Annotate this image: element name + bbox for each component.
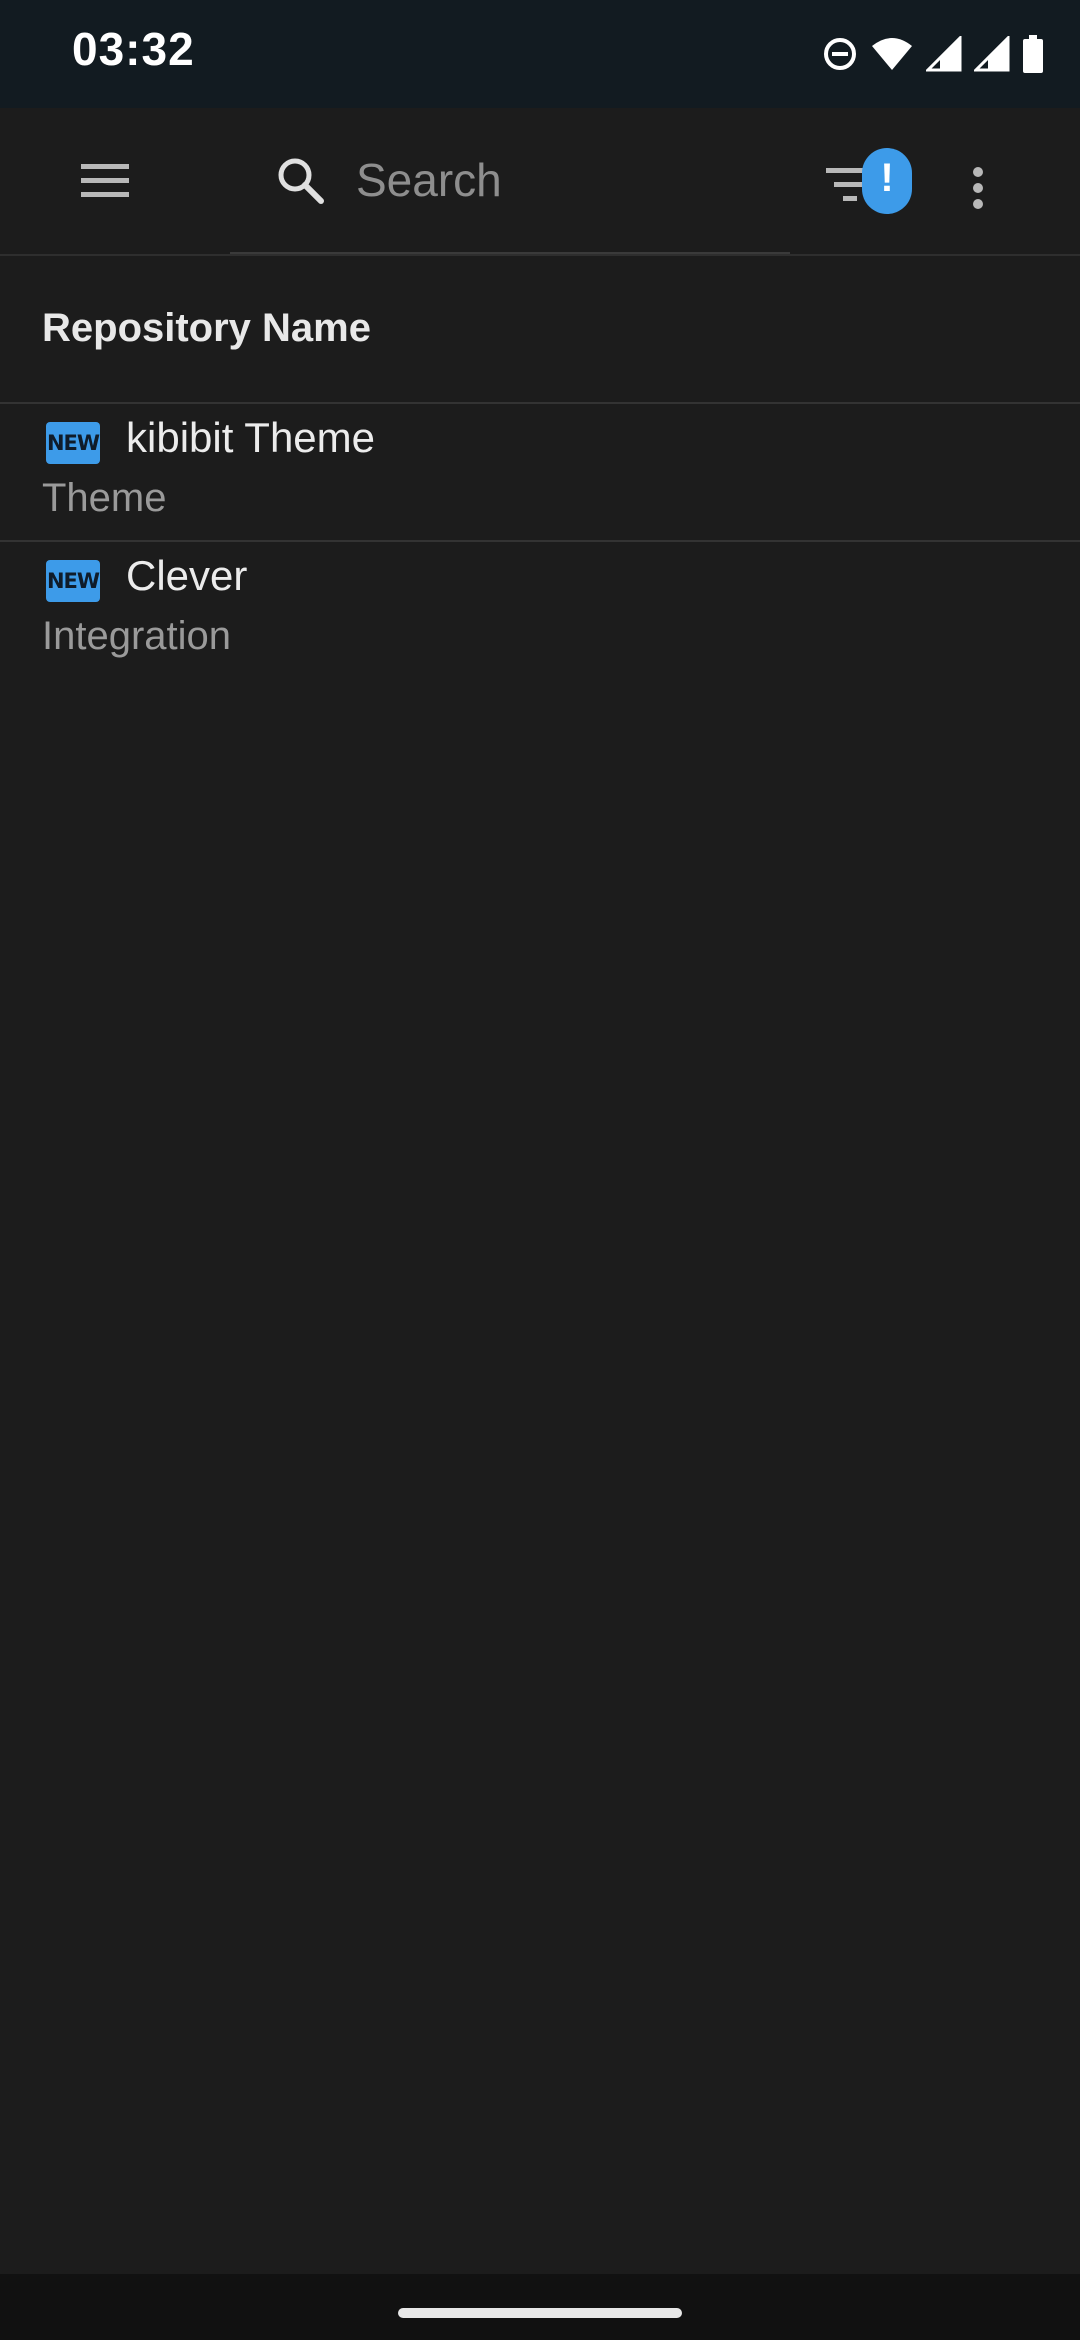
- signal-icon: [926, 36, 962, 72]
- search-input[interactable]: [356, 148, 776, 212]
- list-item-subtitle: Integration: [42, 614, 232, 658]
- do-not-disturb-icon: [822, 36, 858, 72]
- signal-icon: [974, 36, 1010, 72]
- status-time: 03:32: [72, 23, 195, 75]
- menu-button[interactable]: [62, 148, 148, 214]
- navigation-bar: [0, 2274, 1080, 2340]
- status-bar: 03:32: [0, 0, 1080, 108]
- new-badge-icon: NEW: [46, 560, 100, 602]
- list-item-title: kibibit Theme: [126, 414, 376, 461]
- list-item[interactable]: NEW Clever Integration: [0, 542, 1080, 678]
- search-box: [230, 108, 790, 254]
- list-header-title: Repository Name: [42, 306, 371, 350]
- screen: 03:32 Search ! Repository Name NEW kibib…: [0, 0, 1080, 2340]
- top-toolbar: !: [0, 108, 1080, 256]
- list-item[interactable]: NEW kibibit Theme Theme: [0, 404, 1080, 542]
- list-item-subtitle: Theme: [42, 476, 167, 520]
- filter-button[interactable]: !: [816, 148, 916, 228]
- list-item-title: Clever: [126, 552, 248, 599]
- filter-badge: !: [862, 148, 912, 214]
- home-indicator[interactable]: [398, 2308, 682, 2318]
- search-icon: [276, 156, 326, 211]
- status-icons: [822, 34, 1044, 74]
- new-badge-icon: NEW: [46, 422, 100, 464]
- hamburger-menu-icon: [81, 164, 129, 197]
- more-options-button[interactable]: [946, 148, 1010, 228]
- battery-icon: [1022, 35, 1044, 73]
- more-vert-icon: [973, 167, 983, 209]
- list-header: Repository Name: [0, 256, 1080, 404]
- wifi-icon: [870, 36, 914, 72]
